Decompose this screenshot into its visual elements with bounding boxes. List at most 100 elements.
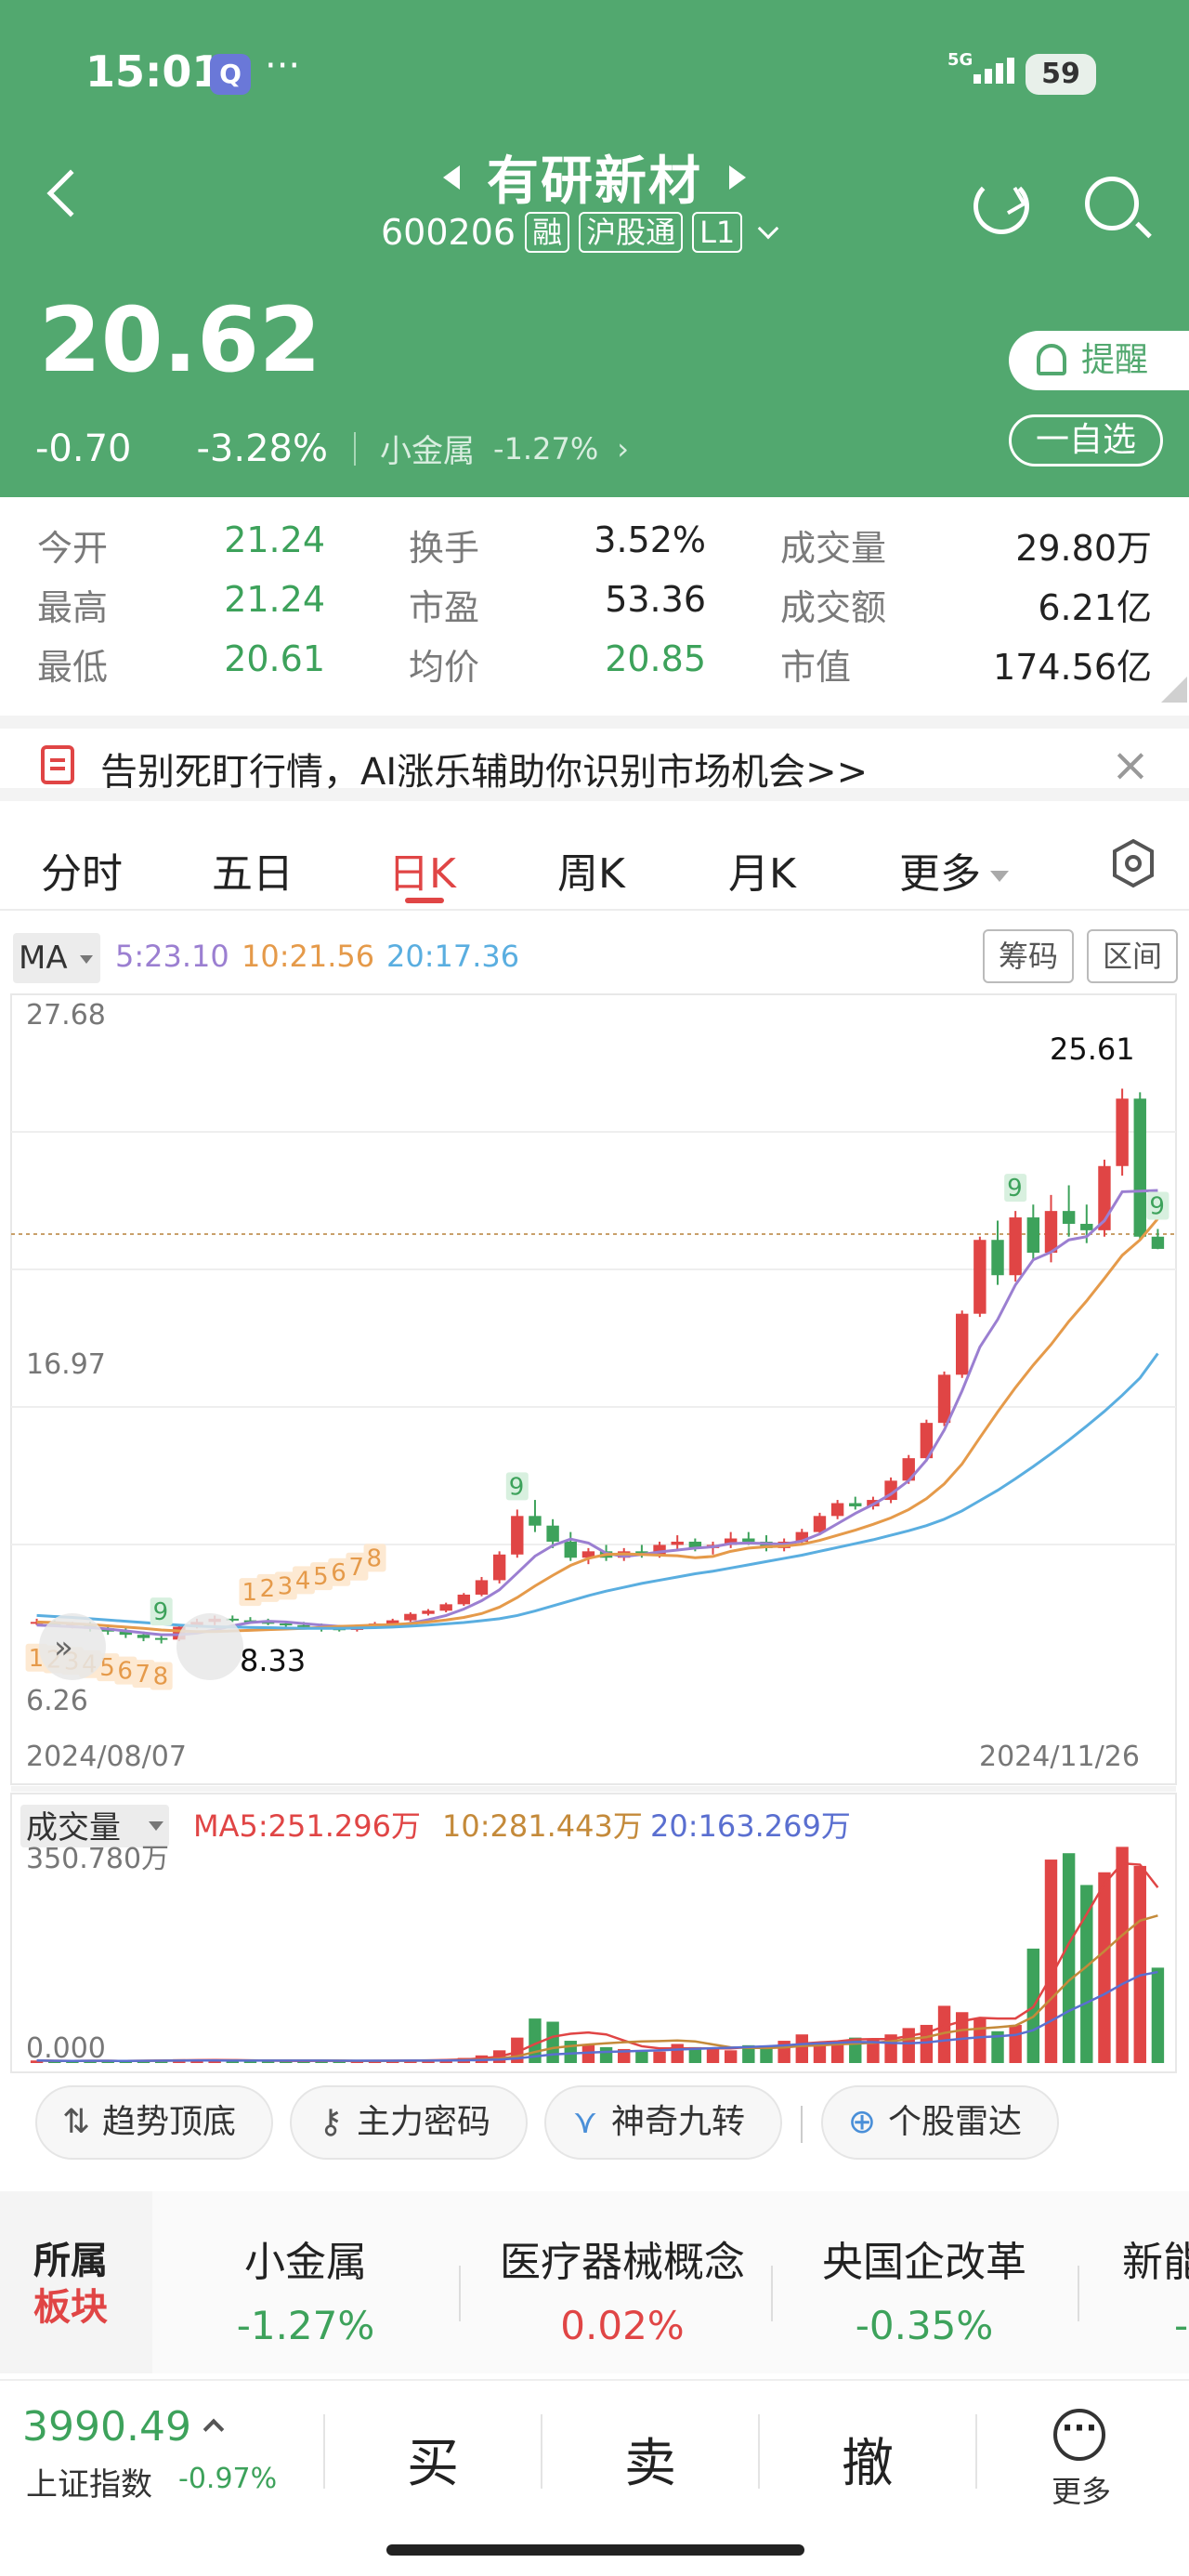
- prev-stock-icon[interactable]: [442, 164, 460, 190]
- sector-name: 医疗器械概念: [500, 2239, 745, 2286]
- stock-radar-chip[interactable]: ⊕ 个股雷达: [821, 2085, 1059, 2160]
- svg-text:1: 1: [242, 1579, 257, 1607]
- indicator-select[interactable]: MA: [13, 933, 100, 983]
- chips-button[interactable]: 筹码: [983, 929, 1074, 983]
- caret-down-icon: [80, 955, 93, 964]
- tab-weekly-k[interactable]: 周K: [557, 840, 625, 900]
- trend-top-bottom-chip[interactable]: ⇅ 趋势顶底: [35, 2085, 273, 2160]
- stat-label: 最低: [37, 647, 109, 688]
- close-icon[interactable]: ×: [1111, 738, 1150, 792]
- sector-card[interactable]: 医疗器械概念 0.02%: [477, 2228, 767, 2348]
- kline-chart[interactable]: 12345678123456789999 27.68 16.97 6.26 20…: [0, 985, 1189, 2082]
- search-icon[interactable]: [1085, 177, 1139, 230]
- candle-body: [439, 1604, 452, 1611]
- svg-text:3: 3: [278, 1572, 294, 1600]
- volume-selector[interactable]: 成交量: [26, 1809, 121, 1847]
- expand-corner-icon[interactable]: [1161, 677, 1187, 703]
- stat-value: 20.85: [605, 638, 706, 679]
- svg-text:6: 6: [331, 1559, 346, 1587]
- divider: [771, 2266, 773, 2321]
- candle-body: [280, 1623, 293, 1626]
- tab-monthly-k[interactable]: 月K: [728, 840, 796, 900]
- refresh-icon[interactable]: [973, 178, 1029, 234]
- sector-cards: 小金属 -1.27% 医疗器械概念 0.02% 央国企改革 -0.35% 新能 …: [152, 2191, 1189, 2373]
- range-button[interactable]: 区间: [1087, 929, 1178, 983]
- sell-button[interactable]: 卖: [604, 2422, 697, 2497]
- candle-body: [1044, 1211, 1058, 1254]
- watchlist-button[interactable]: 一自选: [1009, 414, 1163, 467]
- home-indicator: [386, 2544, 804, 2556]
- signal-count-tag: 8: [363, 1544, 386, 1572]
- kline-svg[interactable]: 12345678123456789999 27.68 16.97 6.26 20…: [0, 985, 1189, 2082]
- next-stock-icon[interactable]: [729, 164, 747, 190]
- main-force-chip[interactable]: ⚷ 主力密码: [290, 2085, 528, 2160]
- remind-label: 提醒: [1081, 341, 1149, 379]
- scroll-pause-icon[interactable]: [176, 1613, 243, 1680]
- buy-button[interactable]: 买: [386, 2422, 479, 2497]
- svg-text:»: »: [54, 1629, 73, 1666]
- banner-text[interactable]: 告别死盯行情，AI涨乐辅助你识别市场机会>>: [100, 742, 868, 795]
- candle-body: [973, 1240, 986, 1314]
- candle-body: [813, 1516, 827, 1532]
- scroll-left-icon[interactable]: »: [39, 1613, 106, 1680]
- candle-body: [1116, 1098, 1129, 1166]
- sector-heading-2: 板块: [33, 2286, 108, 2329]
- sector-card[interactable]: 央国企改革 -0.35%: [799, 2228, 1050, 2348]
- volume-bar: [1062, 1853, 1076, 2063]
- ma-legend: MA 5:23.10 10:21.56 20:17.36 筹码 区间: [13, 929, 1183, 983]
- sort-icon: ⇅: [61, 2103, 91, 2141]
- tab-daily-k[interactable]: 日K: [388, 840, 456, 900]
- tab-more[interactable]: 更多: [899, 840, 1009, 900]
- volume-bar: [599, 2046, 613, 2063]
- divider: [459, 2266, 461, 2321]
- stock-subtitle[interactable]: 600206 融 沪股通 L1: [381, 212, 779, 253]
- candle-body: [511, 1516, 524, 1555]
- chip-label: 神奇九转: [611, 2103, 746, 2141]
- sector-card[interactable]: 新能 -: [1122, 2228, 1189, 2348]
- index-value[interactable]: 3990.49: [22, 2403, 225, 2451]
- remind-button[interactable]: 提醒: [1009, 331, 1189, 390]
- current-price: 20.62: [39, 288, 321, 392]
- vol-ma20: 20:163.269万: [650, 1808, 851, 1844]
- stat-value: 21.24: [224, 519, 325, 560]
- change-row: -0.70 -3.28% 小金属 -1.27% ›: [35, 426, 629, 471]
- more-icon[interactable]: ···: [1053, 2409, 1105, 2461]
- sector-link[interactable]: 小金属: [380, 426, 475, 471]
- stat-value: 3.52%: [594, 519, 706, 560]
- settings-icon[interactable]: [1111, 838, 1156, 888]
- sector-name: 新能: [1122, 2239, 1189, 2286]
- candle-body: [1133, 1098, 1146, 1237]
- svg-text:9: 9: [153, 1598, 169, 1626]
- magic-nine-chip[interactable]: ⋎ 神奇九转: [544, 2085, 782, 2160]
- svg-text:7: 7: [136, 1661, 151, 1689]
- divider: [541, 2414, 542, 2489]
- svg-text:9: 9: [1007, 1175, 1023, 1203]
- sector-card[interactable]: 小金属 -1.27%: [180, 2228, 431, 2348]
- more-label[interactable]: 更多: [1052, 2468, 1111, 2511]
- divider: [758, 2414, 760, 2489]
- cancel-order-button[interactable]: 撤: [821, 2422, 914, 2497]
- candle-body: [1026, 1217, 1040, 1254]
- tab-intraday[interactable]: 分时: [41, 840, 123, 900]
- svg-text:9: 9: [509, 1473, 525, 1501]
- sector-name: 央国企改革: [822, 2239, 1026, 2286]
- stat-label: 成交量: [780, 528, 887, 569]
- candle-body: [671, 1541, 684, 1545]
- signal-count-tag: 8: [150, 1662, 173, 1690]
- stat-value: 6.21亿: [1038, 587, 1152, 628]
- svg-text:9: 9: [1149, 1192, 1165, 1220]
- price-change-pct: -3.28%: [196, 427, 329, 470]
- candle-body: [404, 1613, 417, 1621]
- volume-bar: [760, 2046, 773, 2063]
- volume-bar: [724, 2050, 738, 2063]
- chip-label: 个股雷达: [888, 2103, 1023, 2141]
- promo-banner[interactable]: 告别死盯行情，AI涨乐辅助你识别市场机会>> ×: [0, 716, 1189, 801]
- sector-pct: 0.02%: [560, 2303, 685, 2348]
- divider: [975, 2414, 977, 2489]
- volume-bar: [902, 2028, 915, 2063]
- candle-body: [1062, 1211, 1076, 1224]
- candle-body: [475, 1580, 489, 1595]
- candle-body: [830, 1503, 844, 1517]
- tab-five-day[interactable]: 五日: [212, 840, 294, 900]
- candle-body: [546, 1525, 559, 1542]
